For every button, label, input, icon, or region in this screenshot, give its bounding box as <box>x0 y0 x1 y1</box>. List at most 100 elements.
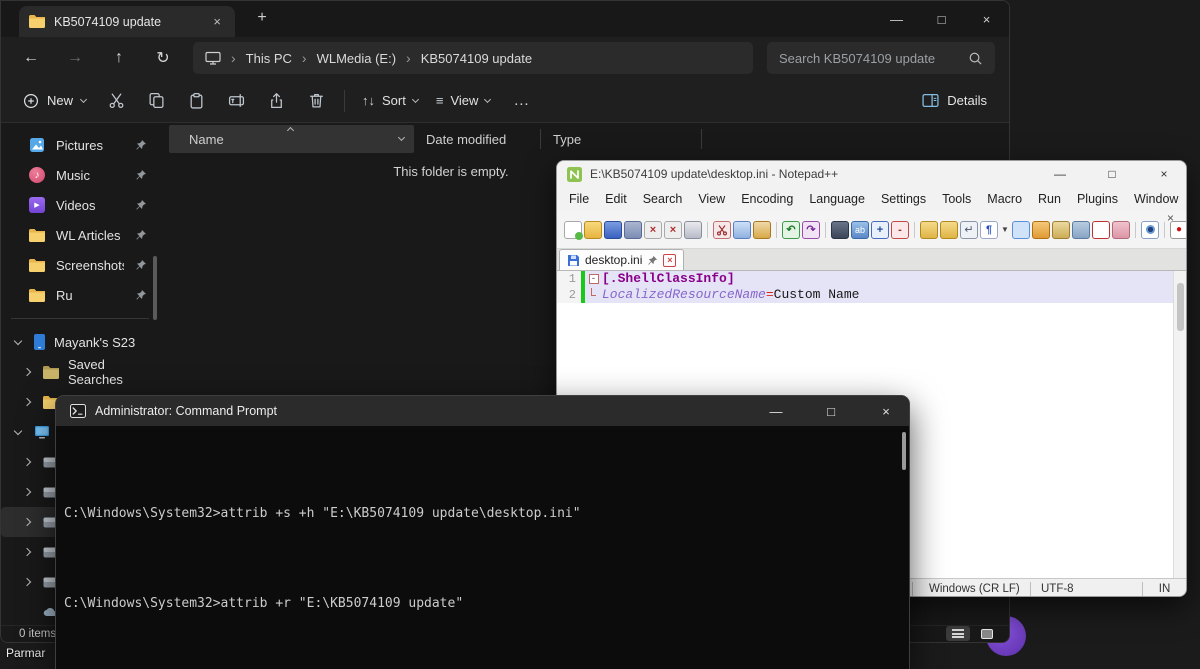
menu-settings[interactable]: Settings <box>873 192 934 206</box>
paste-icon[interactable] <box>753 221 771 239</box>
sidebar-item-screenshots[interactable]: Screenshots <box>1 250 161 280</box>
terminal-scrollbar[interactable] <box>902 432 906 470</box>
pin-icon[interactable] <box>647 255 658 266</box>
word-wrap-icon[interactable]: ↵ <box>960 221 978 239</box>
desktop-item-label[interactable]: Parmar <box>6 646 45 660</box>
chevron-down-icon[interactable] <box>398 134 405 141</box>
menu-tools[interactable]: Tools <box>934 192 979 206</box>
chevron-right-icon[interactable] <box>23 398 31 406</box>
save-all-icon[interactable] <box>624 221 642 239</box>
copy-button[interactable] <box>136 86 176 116</box>
details-pane-button[interactable]: Details <box>912 88 997 113</box>
address-bar[interactable]: › This PC › WLMedia (E:) › KB5074109 upd… <box>193 42 753 74</box>
tab-close-icon[interactable]: × <box>663 254 676 267</box>
scrollbar-thumb[interactable] <box>1177 283 1184 331</box>
document-switcher-icon[interactable] <box>1052 221 1070 239</box>
redo-icon[interactable]: ↷ <box>802 221 820 239</box>
menu-language[interactable]: Language <box>801 192 873 206</box>
view-eye-icon[interactable] <box>1141 221 1159 239</box>
cut-button[interactable] <box>96 86 136 116</box>
sidebar-item-wl-articles[interactable]: WL Articles <box>1 220 161 250</box>
menu-window[interactable]: Window <box>1126 192 1186 206</box>
close-icon[interactable]: × <box>1167 211 1174 225</box>
forward-button[interactable]: → <box>55 49 95 67</box>
doc-list-icon[interactable] <box>1092 221 1110 239</box>
maximize-button[interactable]: □ <box>1090 161 1134 187</box>
chevron-right-icon[interactable] <box>23 578 31 586</box>
find-icon[interactable] <box>831 221 849 239</box>
chevron-right-icon[interactable] <box>23 488 31 496</box>
zoom-out-icon[interactable]: - <box>891 221 909 239</box>
sidebar-item-phone[interactable]: Mayank's S23 <box>1 327 161 357</box>
save-icon[interactable] <box>604 221 622 239</box>
print-icon[interactable] <box>684 221 702 239</box>
sort-button[interactable]: ↑↓ Sort <box>353 88 427 113</box>
minimize-button[interactable]: — <box>874 1 919 37</box>
search-input[interactable]: Search KB5074109 update <box>767 42 995 74</box>
paste-button[interactable] <box>176 86 216 116</box>
sidebar-item-videos[interactable]: ▶ Videos <box>1 190 161 220</box>
rename-button[interactable] <box>216 86 256 116</box>
breadcrumb-current-folder[interactable]: KB5074109 update <box>421 51 532 66</box>
menu-help[interactable]: ? <box>1186 192 1187 206</box>
new-tab-button[interactable]: + <box>249 9 275 27</box>
details-view-button[interactable] <box>946 626 970 641</box>
tab-close-icon[interactable]: × <box>209 14 225 29</box>
up-button[interactable]: ↑ <box>99 49 139 67</box>
sidebar-item-ru[interactable]: Ru <box>1 280 161 310</box>
zoom-in-icon[interactable]: + <box>871 221 889 239</box>
menu-macro[interactable]: Macro <box>979 192 1030 206</box>
menu-search[interactable]: Search <box>635 192 691 206</box>
close-all-icon[interactable]: × <box>664 221 682 239</box>
chevron-right-icon[interactable] <box>23 548 31 556</box>
folder-as-workspace-icon[interactable] <box>1112 221 1130 239</box>
explorer-tab[interactable]: KB5074109 update × <box>19 6 235 37</box>
new-file-icon[interactable] <box>564 221 582 239</box>
cut-icon[interactable] <box>713 221 731 239</box>
undo-icon[interactable]: ↶ <box>782 221 800 239</box>
sidebar-scrollbar[interactable] <box>153 256 157 320</box>
copy-icon[interactable] <box>733 221 751 239</box>
terminal-output[interactable]: C:\Windows\System32>attrib +s +h "E:\KB5… <box>56 426 909 669</box>
menu-edit[interactable]: Edit <box>597 192 635 206</box>
refresh-button[interactable]: ↻ <box>143 48 183 68</box>
function-list-icon[interactable] <box>1032 221 1050 239</box>
chevron-right-icon[interactable] <box>23 458 31 466</box>
sidebar-item-pictures[interactable]: Pictures <box>1 130 161 160</box>
chevron-right-icon[interactable] <box>23 518 31 526</box>
breadcrumb-this-pc[interactable]: This PC <box>246 51 292 66</box>
editor-scrollbar[interactable] <box>1173 271 1186 578</box>
chevron-down-icon[interactable] <box>14 336 22 344</box>
breadcrumb-drive[interactable]: WLMedia (E:) <box>317 51 396 66</box>
notepadpp-title-bar[interactable]: E:\KB5074109 update\desktop.ini - Notepa… <box>557 161 1186 187</box>
close-file-icon[interactable]: × <box>644 221 662 239</box>
menu-encoding[interactable]: Encoding <box>733 192 801 206</box>
menu-plugins[interactable]: Plugins <box>1069 192 1126 206</box>
sidebar-item-saved-searches[interactable]: Saved Searches <box>1 357 161 387</box>
close-button[interactable]: × <box>964 1 1009 37</box>
document-map-icon[interactable] <box>1072 221 1090 239</box>
chevron-down-icon[interactable] <box>14 426 22 434</box>
show-all-characters-icon[interactable]: ¶ <box>980 221 998 239</box>
replace-icon[interactable]: ab <box>851 221 869 239</box>
menu-run[interactable]: Run <box>1030 192 1069 206</box>
large-icons-view-button[interactable] <box>975 626 999 641</box>
back-button[interactable]: ← <box>11 49 51 67</box>
menu-file[interactable]: File <box>561 192 597 206</box>
open-file-icon[interactable] <box>584 221 602 239</box>
minimize-button[interactable]: — <box>753 396 799 426</box>
sync-vertical-icon[interactable] <box>920 221 938 239</box>
column-header-name[interactable]: Name <box>169 125 414 153</box>
view-button[interactable]: ≡ View <box>427 88 500 113</box>
share-button[interactable] <box>256 86 296 116</box>
maximize-button[interactable]: □ <box>919 1 964 37</box>
close-button[interactable]: × <box>1142 161 1186 187</box>
chevron-right-icon[interactable] <box>23 368 31 376</box>
dropdown-icon[interactable]: ▼ <box>1000 221 1010 239</box>
new-button[interactable]: New <box>13 87 96 115</box>
column-header-type[interactable]: Type <box>541 132 701 147</box>
sidebar-item-music[interactable]: ♪ Music <box>1 160 161 190</box>
delete-button[interactable] <box>296 86 336 116</box>
close-button[interactable]: × <box>863 396 909 426</box>
fold-margin[interactable]: - <box>585 271 602 287</box>
